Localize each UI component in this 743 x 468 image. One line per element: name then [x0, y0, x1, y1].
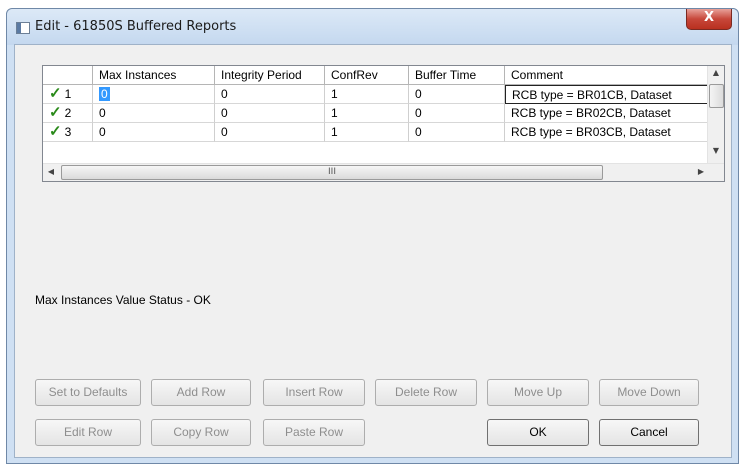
grid-header: Max Instances Integrity Period ConfRev B… — [43, 66, 709, 85]
checkmark-icon: ✓ — [49, 85, 62, 102]
vertical-scroll-thumb[interactable] — [709, 84, 724, 108]
row-index: 3 — [64, 125, 72, 139]
integrity-period-cell[interactable]: 0 — [215, 104, 325, 123]
status-text: Max Instances Value Status - OK — [35, 293, 211, 307]
add-row-button[interactable]: Add Row — [151, 379, 251, 406]
copy-row-button[interactable]: Copy Row — [151, 419, 251, 446]
buffer-time-cell[interactable]: 0 — [409, 104, 505, 123]
column-header-confrev[interactable]: ConfRev — [325, 66, 409, 85]
vertical-scrollbar[interactable]: ▲ ▼ — [707, 66, 724, 163]
table-row[interactable]: ✓ 1 0 0 1 0 RCB type = BR01CB, Dataset — [43, 85, 709, 104]
row-index-cell[interactable]: ✓ 2 — [43, 104, 93, 123]
horizontal-scrollbar[interactable]: ◀ III ▶ — [43, 163, 724, 181]
row-index: 2 — [64, 106, 72, 120]
max-instances-cell[interactable]: 0 — [93, 85, 215, 104]
row-index-cell[interactable]: ✓ 1 — [43, 85, 93, 104]
window-title: Edit - 61850S Buffered Reports — [35, 19, 237, 34]
move-down-button[interactable]: Move Down — [599, 379, 699, 406]
column-header-buffer-time[interactable]: Buffer Time — [409, 66, 505, 85]
checkmark-icon: ✓ — [49, 123, 62, 140]
insert-row-button[interactable]: Insert Row — [263, 379, 365, 406]
table-row[interactable]: ✓ 3 0 0 1 0 RCB type = BR03CB, Dataset — [43, 123, 709, 142]
scroll-up-icon[interactable]: ▲ — [708, 68, 724, 77]
dialog-window: Edit - 61850S Buffered Reports X Max Ins… — [6, 8, 739, 464]
paste-row-button[interactable]: Paste Row — [263, 419, 365, 446]
checkmark-icon: ✓ — [49, 104, 62, 121]
ok-button[interactable]: OK — [487, 419, 589, 446]
dialog-body: Max Instances Integrity Period ConfRev B… — [14, 44, 732, 458]
close-button[interactable]: X — [686, 9, 732, 30]
column-header-index[interactable] — [43, 66, 93, 85]
buffer-time-cell[interactable]: 0 — [409, 85, 505, 104]
scroll-left-icon[interactable]: ◀ — [43, 167, 59, 176]
max-instances-cell[interactable]: 0 — [93, 104, 215, 123]
cancel-button[interactable]: Cancel — [599, 419, 699, 446]
row-index: 1 — [64, 87, 72, 101]
delete-row-button[interactable]: Delete Row — [375, 379, 477, 406]
max-instances-value[interactable]: 0 — [99, 87, 110, 101]
column-header-comment[interactable]: Comment — [505, 66, 709, 85]
column-header-max-instances[interactable]: Max Instances — [93, 66, 215, 85]
scroll-right-icon[interactable]: ▶ — [693, 167, 709, 176]
title-bar[interactable]: Edit - 61850S Buffered Reports X — [7, 9, 738, 45]
scroll-down-icon[interactable]: ▼ — [708, 146, 724, 155]
confrev-cell[interactable]: 1 — [325, 123, 409, 142]
confrev-cell[interactable]: 1 — [325, 85, 409, 104]
horizontal-scroll-thumb[interactable]: III — [61, 165, 603, 180]
table-row[interactable]: ✓ 2 0 0 1 0 RCB type = BR02CB, Dataset — [43, 104, 709, 123]
set-to-defaults-button[interactable]: Set to Defaults — [35, 379, 141, 406]
comment-cell[interactable]: RCB type = BR03CB, Dataset — [505, 123, 709, 142]
comment-cell[interactable]: RCB type = BR01CB, Dataset — [505, 85, 709, 104]
integrity-period-cell[interactable]: 0 — [215, 123, 325, 142]
comment-cell[interactable]: RCB type = BR02CB, Dataset — [505, 104, 709, 123]
move-up-button[interactable]: Move Up — [487, 379, 589, 406]
app-icon — [16, 22, 30, 34]
max-instances-cell[interactable]: 0 — [93, 123, 215, 142]
edit-row-button[interactable]: Edit Row — [35, 419, 141, 446]
reports-grid[interactable]: Max Instances Integrity Period ConfRev B… — [42, 65, 725, 182]
column-header-integrity-period[interactable]: Integrity Period — [215, 66, 325, 85]
confrev-cell[interactable]: 1 — [325, 104, 409, 123]
row-index-cell[interactable]: ✓ 3 — [43, 123, 93, 142]
buffer-time-cell[interactable]: 0 — [409, 123, 505, 142]
integrity-period-cell[interactable]: 0 — [215, 85, 325, 104]
